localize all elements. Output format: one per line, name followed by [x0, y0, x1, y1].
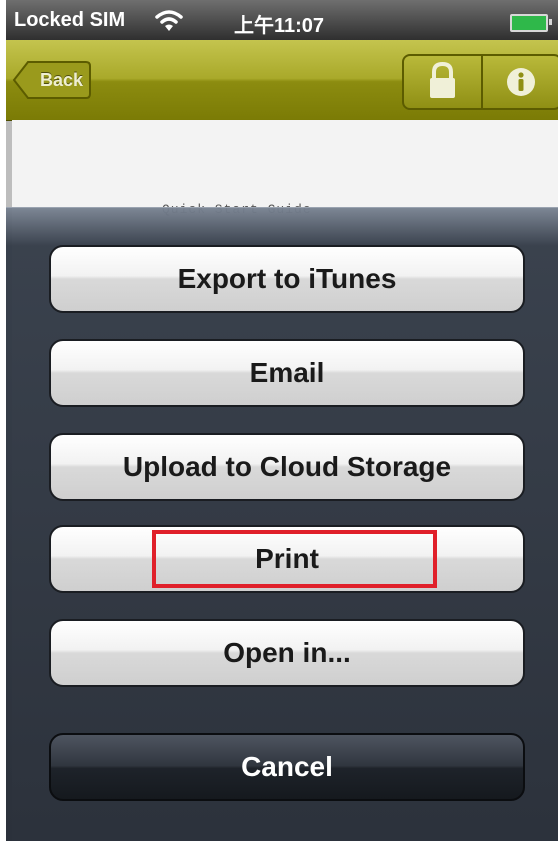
wifi-icon [155, 10, 183, 31]
carrier-label: Locked SIM [14, 9, 126, 31]
status-time: 上午11:07 [234, 15, 325, 37]
segmented-control [402, 54, 558, 110]
lock-button[interactable] [404, 56, 483, 108]
back-button[interactable]: Back [12, 60, 92, 100]
cancel-button[interactable]: Cancel [49, 733, 525, 801]
upload-to-cloud-storage-button[interactable]: Upload to Cloud Storage [49, 433, 525, 501]
nav-bar: Back [6, 40, 558, 121]
print-highlight-box [152, 530, 437, 588]
info-button[interactable] [483, 56, 558, 108]
status-bar: Locked SIM 上午11:07 [6, 0, 558, 40]
export-to-itunes-button[interactable]: Export to iTunes [49, 245, 525, 313]
back-button-label: Back [40, 70, 84, 90]
battery-icon [510, 14, 552, 32]
email-button[interactable]: Email [49, 339, 525, 407]
phone-screen: Locked SIM 上午11:07 Back Export to iTunes… [6, 0, 558, 841]
open-in-button[interactable]: Open in... [49, 619, 525, 687]
info-icon [507, 68, 535, 96]
lock-icon [430, 61, 455, 98]
